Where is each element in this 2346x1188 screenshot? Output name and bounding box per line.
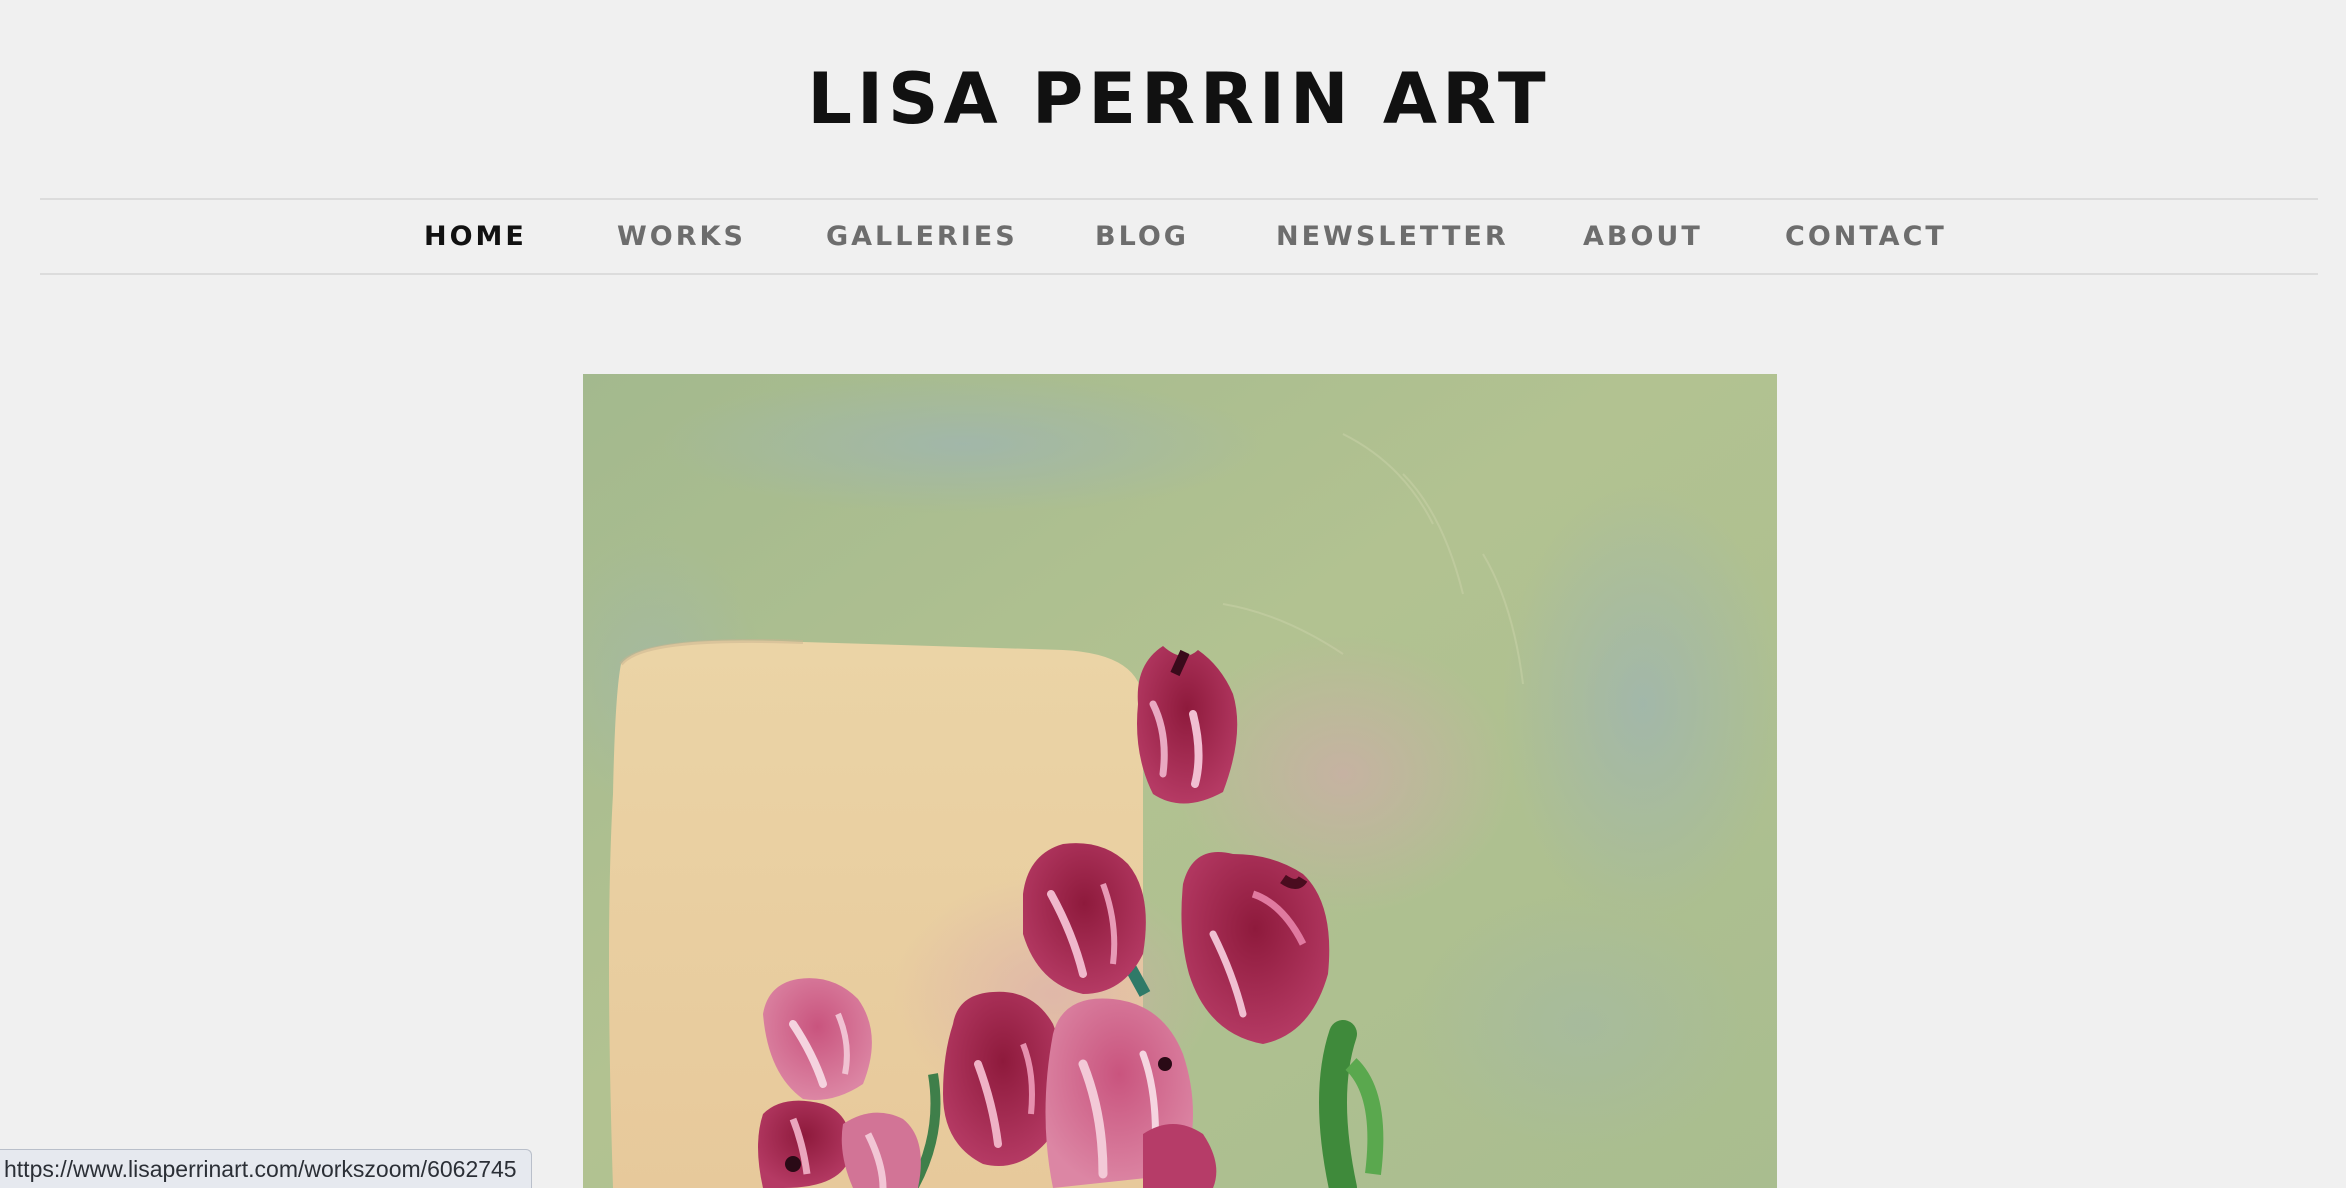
nav-blog[interactable]: BLOG	[1095, 220, 1189, 254]
featured-artwork[interactable]	[583, 374, 1777, 1188]
main-nav: HOME WORKS GALLERIES BLOG NEWSLETTER ABO…	[40, 198, 2318, 275]
nav-about[interactable]: ABOUT	[1583, 220, 1703, 254]
nav-works[interactable]: WORKS	[617, 220, 746, 254]
nav-galleries[interactable]: GALLERIES	[826, 220, 1018, 254]
page: LISA PERRIN ART HOME WORKS GALLERIES BLO…	[0, 0, 2346, 1188]
browser-status-url: https://www.lisaperrinart.com/workszoom/…	[0, 1149, 532, 1188]
site-title[interactable]: LISA PERRIN ART	[0, 54, 2346, 144]
nav-home[interactable]: HOME	[424, 220, 527, 254]
nav-newsletter[interactable]: NEWSLETTER	[1276, 220, 1509, 254]
nav-contact[interactable]: CONTACT	[1785, 220, 1947, 254]
artwork-image	[583, 374, 1777, 1188]
